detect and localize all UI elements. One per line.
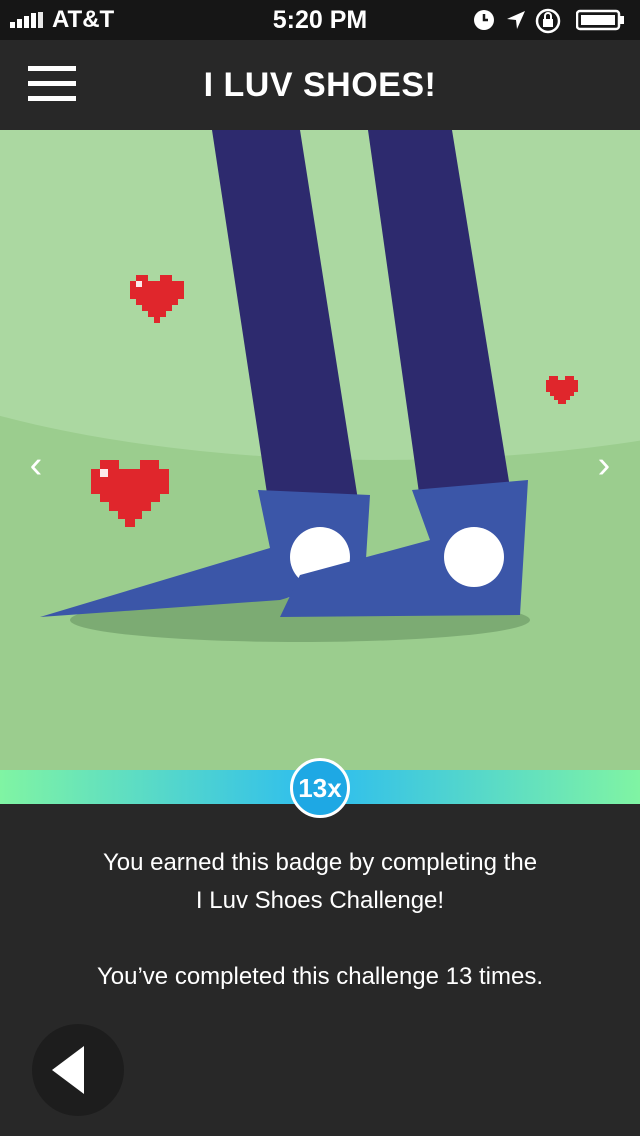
badge-illustration: ‹ › [0, 130, 640, 770]
prev-badge-button[interactable]: ‹ [16, 445, 56, 485]
heart-icon [91, 460, 169, 527]
badge-description: You earned this badge by completing the … [30, 844, 610, 920]
battery-icon [575, 8, 626, 37]
next-badge-button[interactable]: › [584, 445, 624, 485]
status-bar: AT&T 5:20 PM [0, 0, 640, 40]
right-shoe-dot [444, 527, 504, 587]
location-icon [504, 8, 528, 37]
back-button[interactable] [32, 1024, 124, 1116]
description-line-1: You earned this badge by completing the [102, 849, 538, 876]
completion-count-badge: 13x [290, 758, 350, 818]
back-arrow-icon [52, 1046, 84, 1094]
chevron-right-icon: › [597, 444, 611, 486]
completion-text: You’ve completed this challenge 13 times… [96, 963, 544, 990]
page-title: I LUV SHOES! [203, 66, 437, 104]
shoes-illustration [0, 130, 640, 642]
chevron-left-icon: ‹ [29, 444, 43, 486]
description-line-2: I Luv Shoes Challenge! [195, 887, 445, 914]
app-header: I LUV SHOES! [0, 40, 640, 130]
rotation-lock-icon [534, 8, 564, 39]
clock-icon [472, 8, 496, 37]
status-icons [472, 8, 632, 34]
